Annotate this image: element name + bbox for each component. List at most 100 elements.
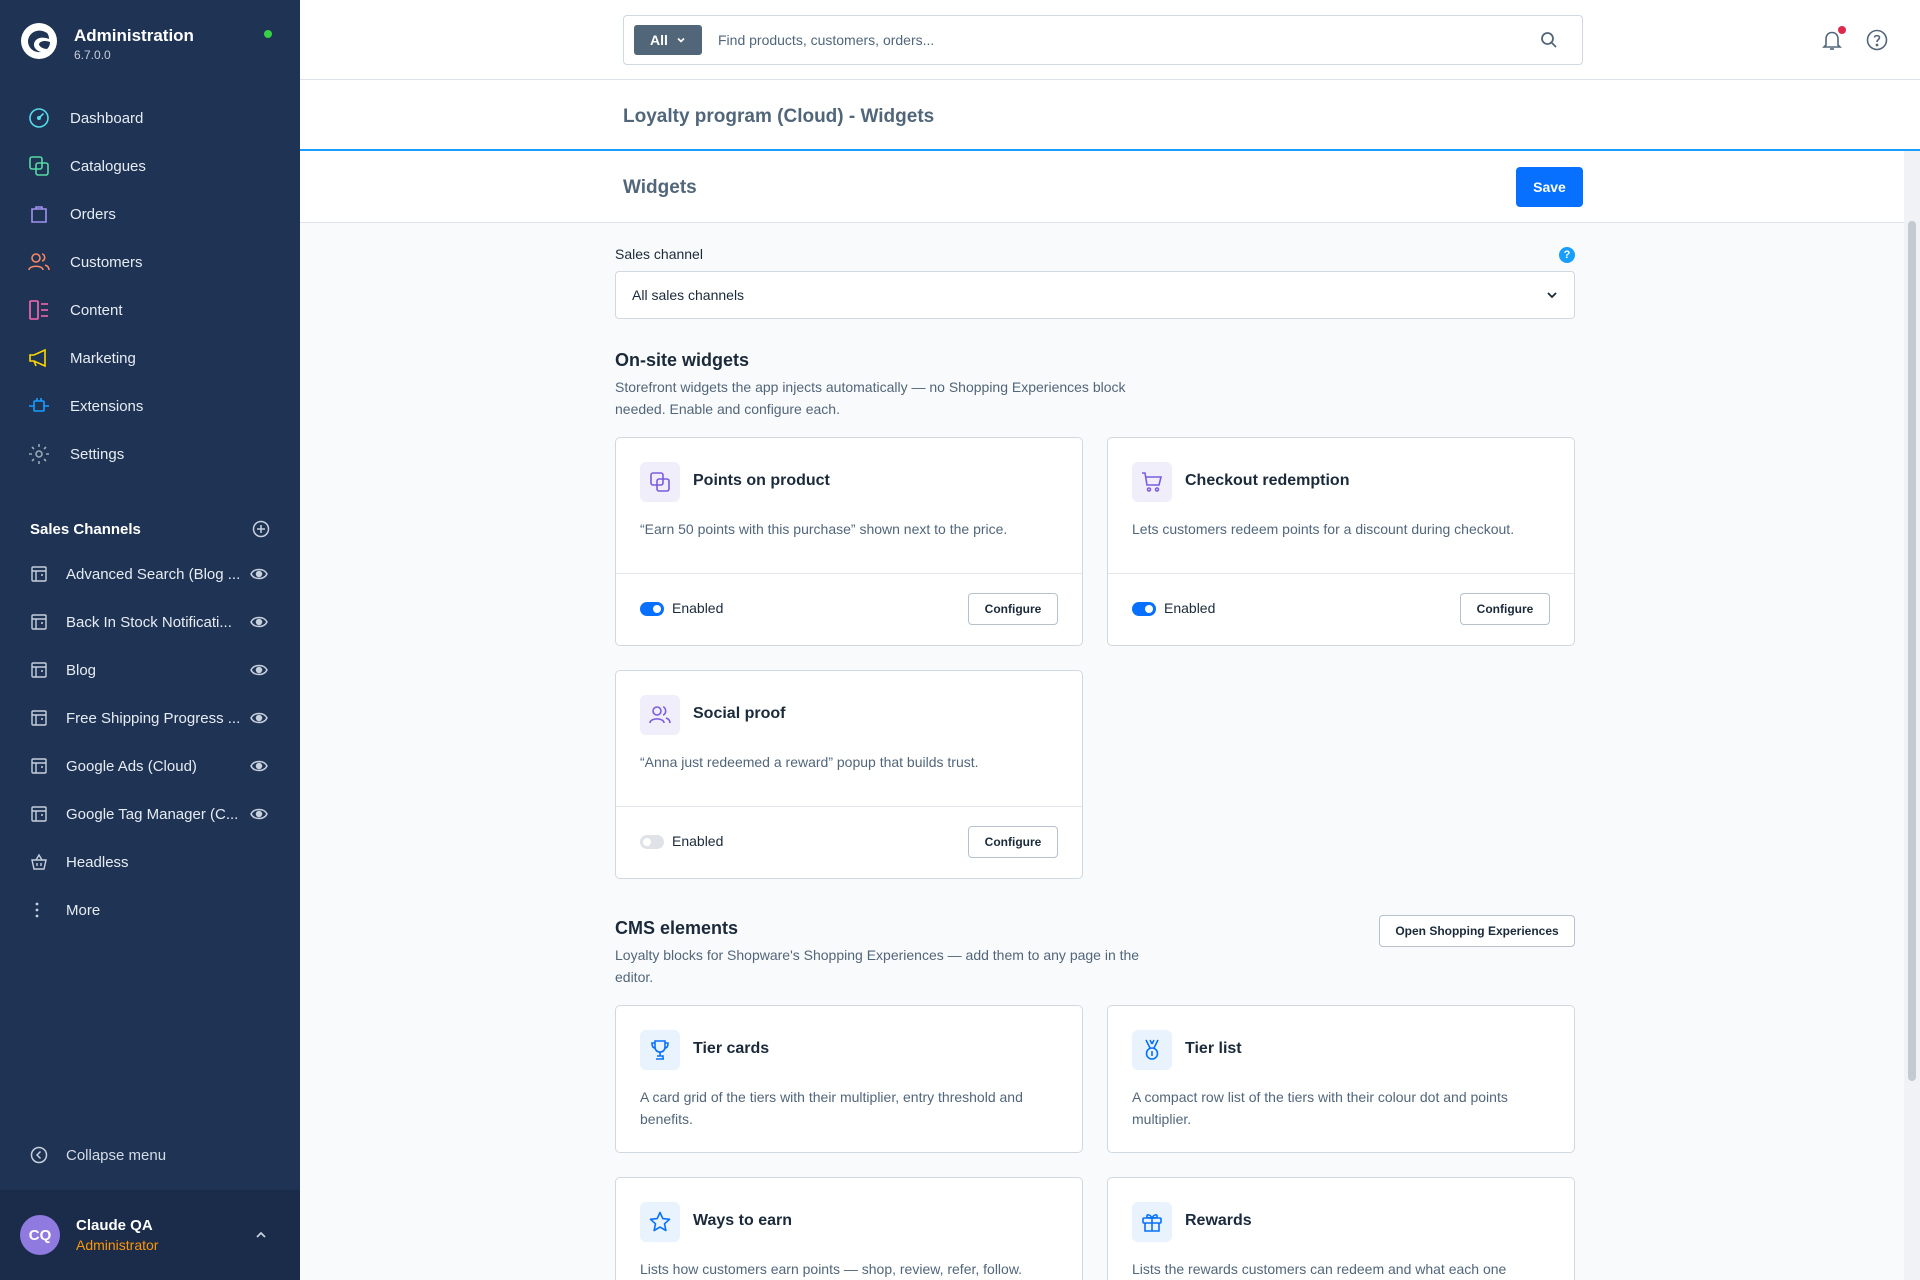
chevron-down-icon: [1547, 292, 1557, 299]
nav-item-settings[interactable]: Settings: [0, 430, 300, 478]
sales-channel-item[interactable]: Advanced Search (Blog ...: [0, 550, 300, 598]
sales-channel-item[interactable]: Google Ads (Cloud): [0, 742, 300, 790]
content-icon: [29, 300, 48, 320]
copy-icon: [650, 472, 670, 492]
nav-item-content[interactable]: Content: [0, 286, 300, 334]
storefront-icon: [31, 758, 47, 774]
enabled-toggle[interactable]: [640, 835, 664, 849]
toggle-knob: [643, 838, 651, 846]
scrollbar[interactable]: [1904, 151, 1920, 1280]
cms-element-description: A card grid of the tiers with their mult…: [640, 1089, 1023, 1127]
nav-label: Content: [70, 301, 123, 319]
widget-footer: Enabled Configure: [1108, 573, 1574, 645]
status-indicator: [264, 30, 272, 38]
enabled-label: Enabled: [672, 833, 724, 849]
widget-title: Points on product: [693, 472, 830, 489]
eye-icon[interactable]: [250, 805, 268, 823]
cms-element-description: Lists how customers earn points — shop, …: [640, 1261, 1023, 1277]
sales-channel-label: Headless: [66, 853, 129, 871]
nav-item-catalogues[interactable]: Catalogues: [0, 142, 300, 190]
avatar: CQ: [20, 1215, 60, 1255]
sales-channel-value: All sales channels: [632, 287, 745, 303]
eye-icon[interactable]: [250, 709, 268, 727]
storefront-icon: [31, 662, 47, 678]
collapse-menu-label: Collapse menu: [66, 1146, 167, 1164]
onsite-widgets-title: On-site widgets: [615, 350, 750, 370]
sales-channel-item[interactable]: Headless: [0, 838, 300, 886]
enabled-toggle[interactable]: [640, 602, 664, 616]
eye-icon[interactable]: [250, 565, 268, 583]
sales-channels-title: Sales Channels: [30, 520, 141, 538]
settings-icon: [29, 444, 49, 464]
storefront-icon: [31, 806, 47, 822]
user-role: Administrator: [76, 1237, 159, 1253]
nav-label: Catalogues: [70, 157, 146, 175]
card-icon-box: [1132, 462, 1172, 502]
nav-item-dashboard[interactable]: Dashboard: [0, 94, 300, 142]
star-icon: [649, 1211, 671, 1232]
cms-element-title: Ways to earn: [693, 1212, 792, 1229]
card-icon-box: [1132, 1030, 1172, 1070]
cms-element-title: Tier cards: [693, 1040, 770, 1057]
save-button[interactable]: Save: [1516, 167, 1583, 207]
sales-channels-header: Sales Channels: [30, 520, 270, 538]
users-icon: [649, 706, 671, 724]
orders-icon: [31, 206, 47, 223]
cms-elements-description: Loyalty blocks for Shopware's Shopping E…: [615, 947, 1140, 985]
toggle-knob: [653, 605, 661, 613]
gift-icon: [1142, 1214, 1162, 1232]
nav-item-customers[interactable]: Customers: [0, 238, 300, 286]
app-title: Administration: [74, 26, 194, 45]
sales-channel-select[interactable]: All sales channels: [615, 271, 1575, 319]
user-menu[interactable]: CQ Claude QA Administrator: [0, 1190, 300, 1280]
help-icon[interactable]: [1866, 29, 1888, 51]
search-type-select[interactable]: All: [634, 25, 702, 55]
widget-card-social-proof: Social proof “Anna just redeemed a rewar…: [615, 670, 1083, 879]
open-shopping-experiences-button[interactable]: Open Shopping Experiences: [1379, 915, 1575, 947]
sales-channel-item[interactable]: Google Tag Manager (C...: [0, 790, 300, 838]
collapse-menu-button[interactable]: Collapse menu: [30, 1146, 166, 1164]
enabled-toggle[interactable]: [1132, 602, 1156, 616]
scrollbar-thumb[interactable]: [1908, 221, 1916, 1081]
search-input[interactable]: [718, 32, 1538, 48]
eye-icon[interactable]: [250, 661, 268, 679]
configure-button[interactable]: Configure: [968, 826, 1058, 858]
chevron-up-icon[interactable]: [252, 1226, 270, 1244]
toggle-knob: [1145, 605, 1153, 613]
collapse-left-icon: [30, 1146, 48, 1164]
nav-item-orders[interactable]: Orders: [0, 190, 300, 238]
card-icon-box: [1132, 1202, 1172, 1242]
top-bar: All: [300, 0, 1920, 80]
page-title: Loyalty program (Cloud) - Widgets: [623, 106, 935, 127]
add-sales-channel-icon[interactable]: [252, 520, 270, 538]
configure-button[interactable]: Configure: [968, 593, 1058, 625]
cms-card-rewards: Rewards Lists the rewards customers can …: [1107, 1177, 1575, 1280]
sales-channel-item[interactable]: Blog: [0, 646, 300, 694]
app-version: 6.7.0.0: [74, 48, 111, 62]
cms-card-ways-to-earn: Ways to earn Lists how customers earn po…: [615, 1177, 1083, 1280]
sales-channel-item[interactable]: Back In Stock Notificati...: [0, 598, 300, 646]
sales-channel-label: Blog: [66, 661, 97, 679]
card-icon-box: [640, 1202, 680, 1242]
sales-channel-label: Free Shipping Progress ...: [66, 709, 241, 727]
help-tooltip-icon[interactable]: ?: [1559, 247, 1575, 263]
global-search: All: [623, 15, 1583, 65]
eye-icon[interactable]: [250, 757, 268, 775]
nav-item-extensions[interactable]: Extensions: [0, 382, 300, 430]
cms-element-description: Lists the rewards customers can redeem a…: [1132, 1261, 1507, 1277]
page-header: Loyalty program (Cloud) - Widgets: [300, 80, 1920, 151]
medal-icon: [1145, 1039, 1159, 1060]
cms-card-tier-cards: Tier cards A card grid of the tiers with…: [615, 1005, 1083, 1153]
cms-elements-title: CMS elements: [615, 918, 739, 938]
enabled-label: Enabled: [672, 600, 724, 616]
sales-channel-item[interactable]: Free Shipping Progress ...: [0, 694, 300, 742]
cms-element-description: A compact row list of the tiers with the…: [1132, 1089, 1508, 1127]
sales-channel-more[interactable]: More: [0, 886, 300, 934]
search-icon[interactable]: [1540, 31, 1558, 49]
configure-button[interactable]: Configure: [1460, 593, 1550, 625]
widget-footer: Enabled Configure: [616, 573, 1082, 645]
eye-icon[interactable]: [250, 613, 268, 631]
catalogue-icon: [29, 156, 49, 176]
nav-item-marketing[interactable]: Marketing: [0, 334, 300, 382]
nav-label: Extensions: [70, 397, 144, 415]
